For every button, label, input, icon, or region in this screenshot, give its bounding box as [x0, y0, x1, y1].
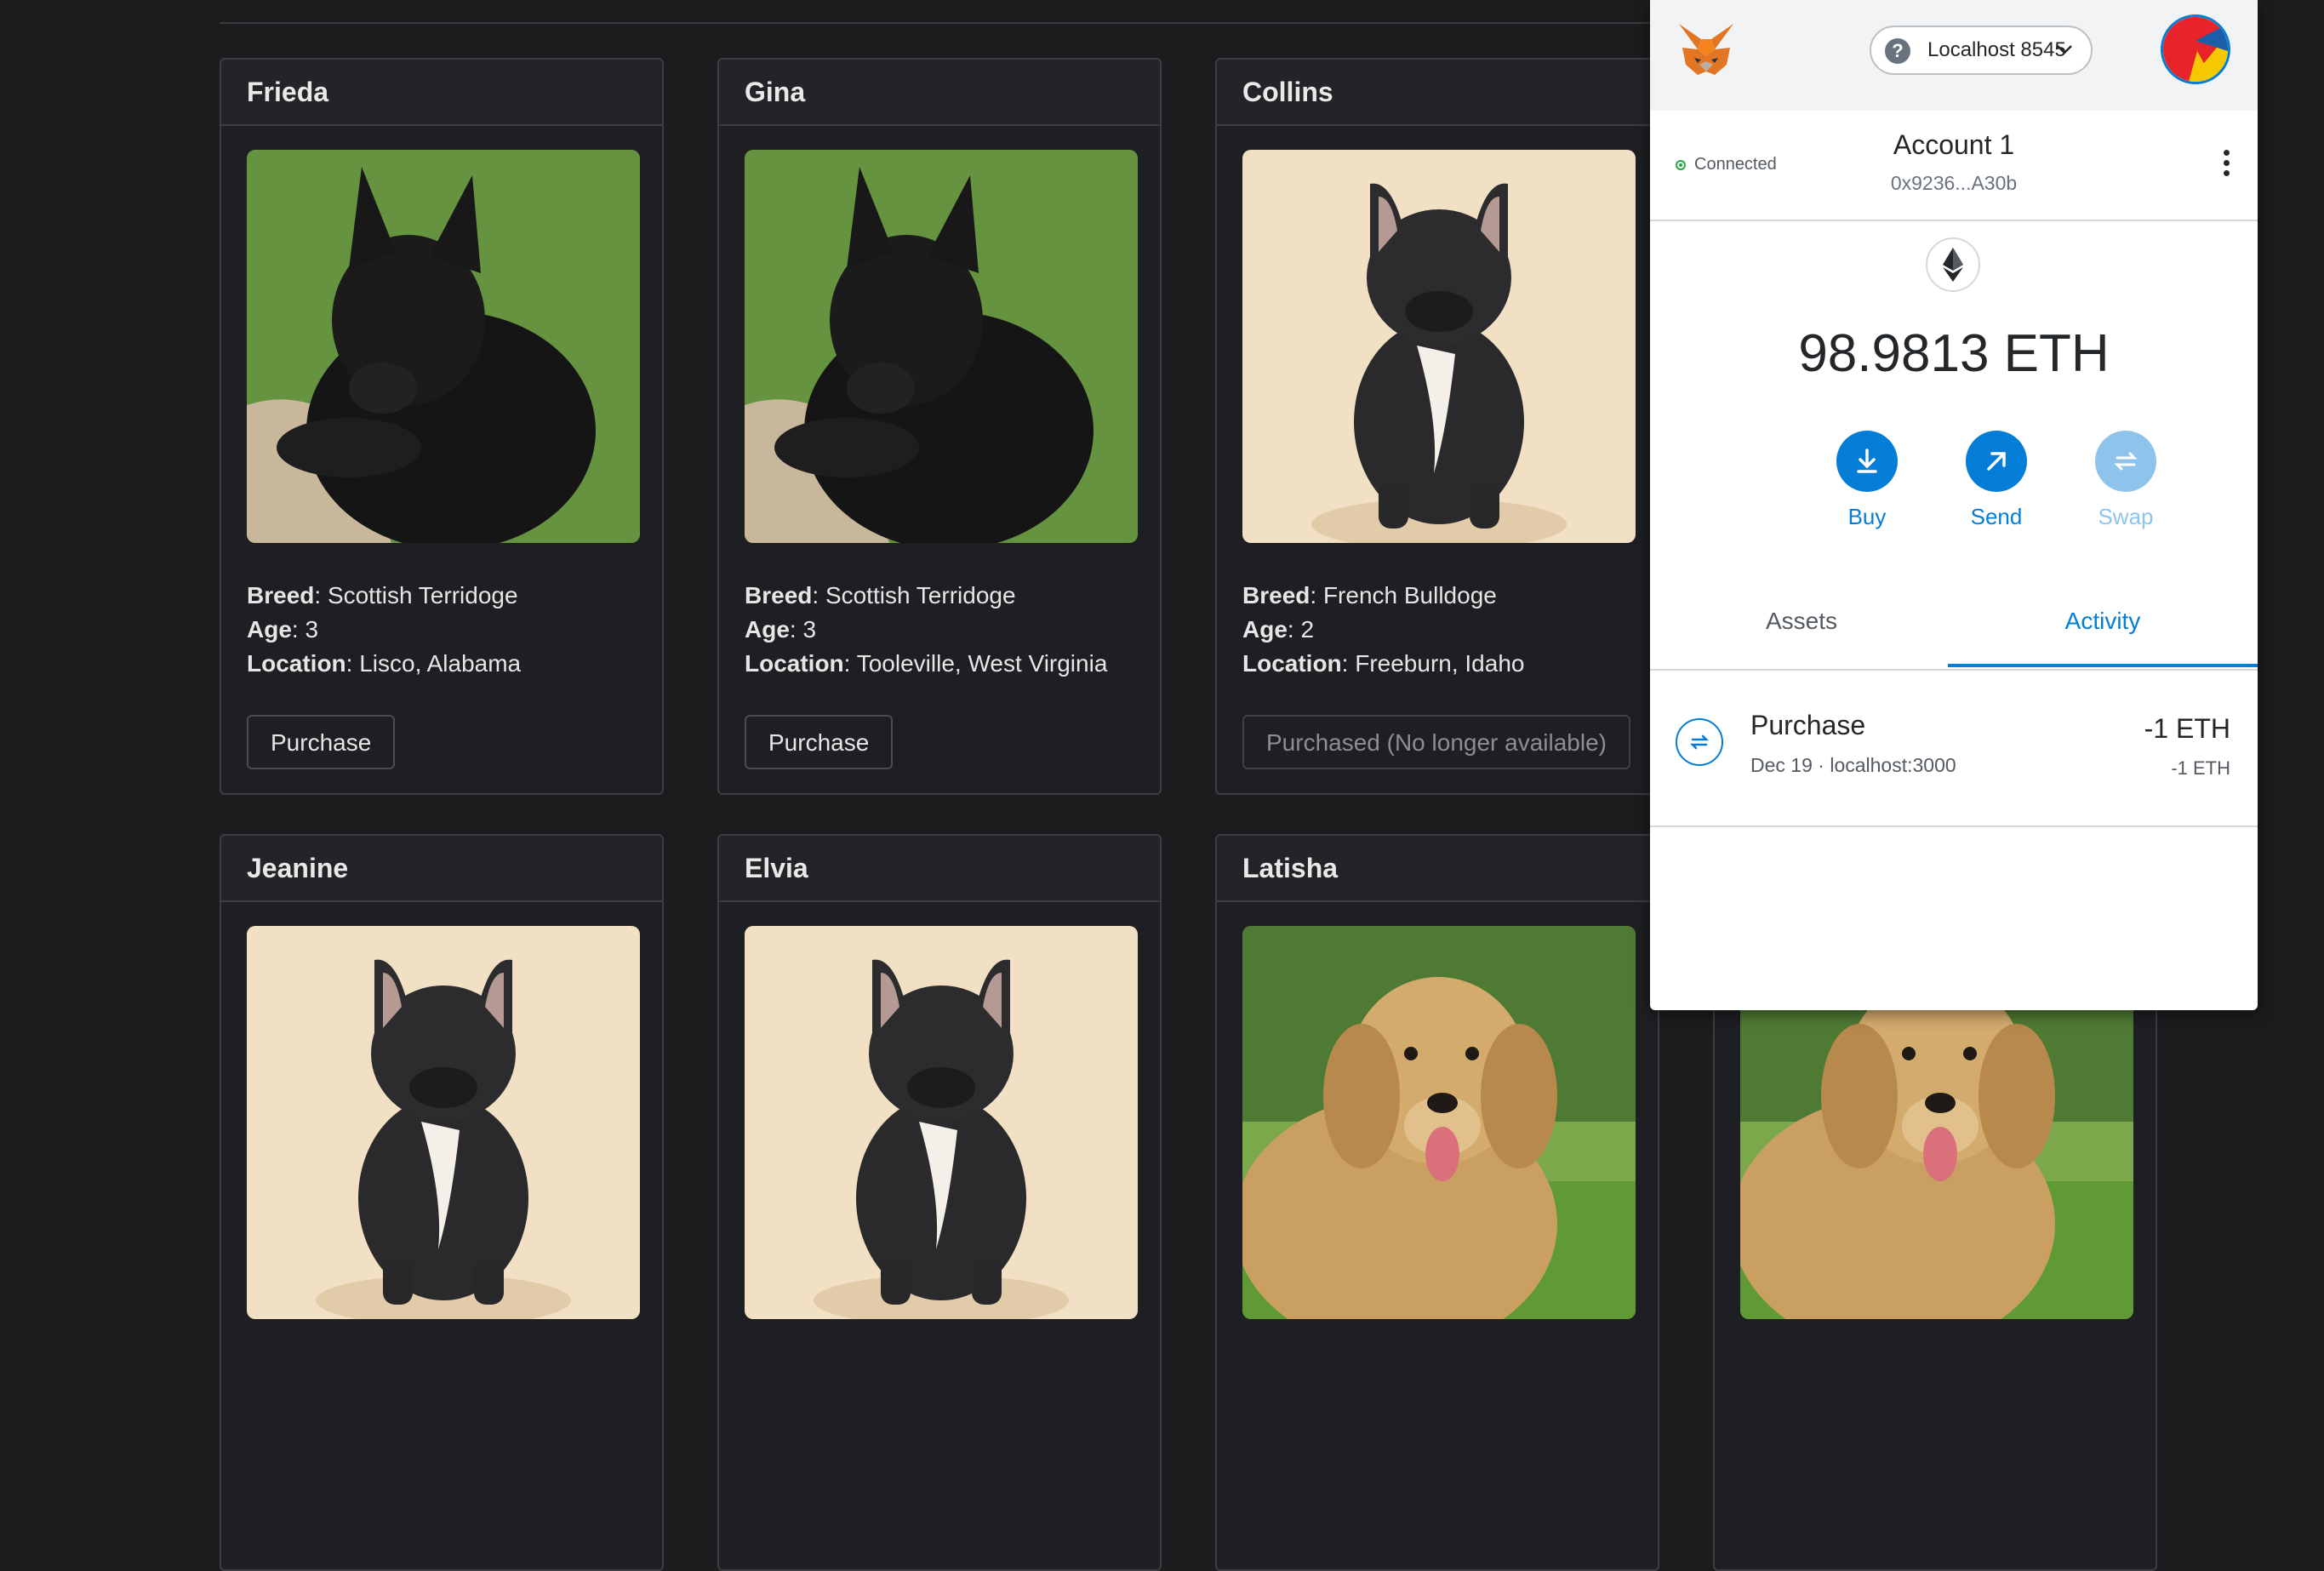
connected-dot-icon	[1676, 160, 1686, 170]
swap-icon	[1676, 718, 1723, 766]
age-label: Age	[247, 616, 292, 643]
account-name[interactable]: Account 1	[1650, 129, 2258, 161]
activity-origin: localhost:3000	[1830, 754, 1956, 776]
location-label: Location	[1242, 650, 1342, 677]
account-options-icon[interactable]	[2224, 150, 2230, 180]
arrow-up-right-icon	[1966, 431, 2027, 492]
pet-name: Frieda	[221, 60, 662, 126]
age-value: 3	[305, 616, 319, 643]
page-top-divider	[220, 22, 1666, 24]
pet-card-frieda: Frieda Breed: Scottish Terridoge Age: 3 …	[220, 58, 664, 795]
send-button[interactable]: Send	[1954, 431, 2039, 530]
activity-amount: -1 ETH	[2144, 713, 2230, 744]
account-bar: Connected Account 1 0x9236...A30b	[1650, 111, 2258, 221]
account-avatar[interactable]	[2161, 14, 2230, 84]
age-row: Age: 3	[745, 616, 817, 643]
wallet-tabs: Assets Activity	[1650, 587, 2258, 671]
french-bulldog-photo	[1242, 150, 1636, 543]
breed-label: Breed	[745, 582, 813, 608]
buy-button[interactable]: Buy	[1824, 431, 1910, 530]
age-value: 3	[802, 616, 817, 643]
metamask-fox-icon[interactable]	[1676, 22, 1737, 80]
activity-date: Dec 19	[1750, 754, 1813, 776]
location-row: Location: Tooleville, West Virginia	[745, 650, 1108, 677]
french-bulldog-photo	[745, 926, 1138, 1319]
age-value: 2	[1300, 616, 1315, 643]
pet-card-jeanine: Jeanine	[220, 834, 664, 1571]
swap-icon	[2095, 431, 2156, 492]
golden-retriever-photo	[1242, 926, 1636, 1319]
question-icon: ?	[1885, 38, 1910, 64]
pet-card-elvia: Elvia	[717, 834, 1162, 1571]
pet-details: Breed: Scottish Terridoge Age: 3 Locatio…	[247, 579, 521, 681]
pet-name: Latisha	[1217, 836, 1658, 902]
ethereum-icon	[1926, 237, 1980, 292]
location-value: Tooleville, West Virginia	[856, 650, 1108, 677]
breed-row: Breed: French Bulldoge	[1242, 582, 1497, 608]
pet-card-collins: Collins Breed: French Bulldoge Age: 2 Lo…	[1215, 58, 1659, 795]
breed-row: Breed: Scottish Terridoge	[247, 582, 518, 608]
purchased-button: Purchased (No longer available)	[1242, 715, 1630, 769]
account-address[interactable]: 0x9236...A30b	[1650, 172, 2258, 195]
active-tab-indicator	[1948, 664, 2258, 667]
activity-title: Purchase	[1750, 710, 1866, 740]
download-icon	[1836, 431, 1898, 492]
pet-name: Collins	[1217, 60, 1658, 126]
wallet-header: ? Localhost 8545	[1650, 0, 2258, 111]
chevron-down-icon	[2055, 27, 2074, 90]
scottish-terrier-photo	[247, 150, 640, 543]
location-value: Freeburn, Idaho	[1355, 650, 1525, 677]
age-label: Age	[1242, 616, 1288, 643]
scottish-terrier-photo	[745, 150, 1138, 543]
network-selector[interactable]: ? Localhost 8545	[1870, 26, 2093, 75]
activity-amount-secondary: -1 ETH	[2171, 757, 2230, 779]
activity-item[interactable]: Purchase Dec 19 · localhost:3000 -1 ETH …	[1650, 671, 2258, 827]
age-row: Age: 2	[1242, 616, 1315, 643]
pet-details: Breed: Scottish Terridoge Age: 3 Locatio…	[745, 579, 1107, 681]
location-value: Lisco, Alabama	[359, 650, 522, 677]
breed-value: French Bulldoge	[1322, 582, 1497, 608]
pet-name: Elvia	[719, 836, 1160, 902]
location-row: Location: Freeburn, Idaho	[1242, 650, 1525, 677]
activity-separator: ·	[1818, 754, 1824, 776]
location-row: Location: Lisco, Alabama	[247, 650, 522, 677]
swap-label: Swap	[2098, 504, 2154, 529]
network-name: Localhost 8545	[1927, 38, 2066, 61]
breed-value: Scottish Terridoge	[327, 582, 518, 608]
send-label: Send	[1970, 504, 2023, 529]
purchase-button[interactable]: Purchase	[247, 715, 396, 769]
age-label: Age	[745, 616, 790, 643]
age-row: Age: 3	[247, 616, 319, 643]
swap-button[interactable]: Swap	[2083, 431, 2168, 530]
tab-assets[interactable]: Assets	[1650, 587, 1953, 655]
pet-card-gina: Gina Breed: Scottish Terridoge Age: 3 Lo…	[717, 58, 1162, 795]
pet-card-latisha: Latisha	[1215, 834, 1659, 1571]
activity-meta: Dec 19 · localhost:3000	[1750, 754, 1956, 777]
tab-activity[interactable]: Activity	[1948, 587, 2258, 655]
breed-label: Breed	[247, 582, 315, 608]
pet-details: Breed: French Bulldoge Age: 2 Location: …	[1242, 579, 1524, 681]
breed-value: Scottish Terridoge	[825, 582, 1016, 608]
eth-balance: 98.9813 ETH	[1798, 324, 2110, 383]
metamask-popup: ? Localhost 8545 Connected Account 1 0x9…	[1650, 0, 2258, 1010]
purchase-button[interactable]: Purchase	[745, 715, 894, 769]
breed-label: Breed	[1242, 582, 1310, 608]
french-bulldog-photo	[247, 926, 640, 1319]
pet-name: Jeanine	[221, 836, 662, 902]
pet-name: Gina	[719, 60, 1160, 126]
breed-row: Breed: Scottish Terridoge	[745, 582, 1016, 608]
location-label: Location	[247, 650, 346, 677]
location-label: Location	[745, 650, 844, 677]
buy-label: Buy	[1847, 504, 1887, 529]
